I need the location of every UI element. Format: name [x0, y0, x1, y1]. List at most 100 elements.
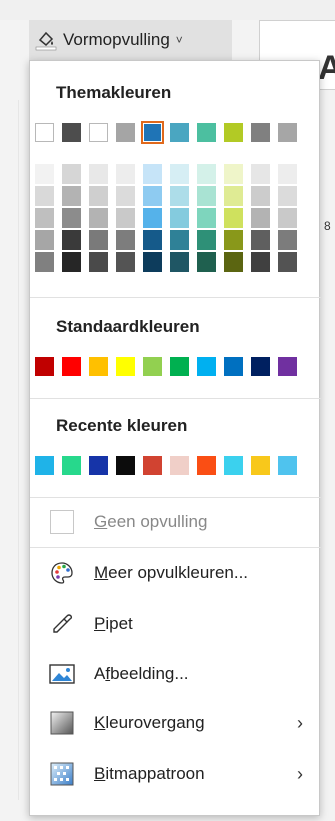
- shade-swatch[interactable]: [143, 164, 162, 184]
- standard-color-swatch[interactable]: [170, 357, 189, 376]
- recent-color-swatch[interactable]: [224, 456, 243, 475]
- shade-swatch[interactable]: [116, 164, 135, 184]
- picture-label: Afbeelding...: [94, 664, 189, 683]
- no-fill-label: Geen opvulling: [94, 512, 208, 531]
- eyedropper-option[interactable]: Pipet: [30, 604, 321, 644]
- recent-color-swatch[interactable]: [62, 456, 81, 475]
- standard-color-swatch[interactable]: [35, 357, 54, 376]
- recent-color-swatch[interactable]: [143, 456, 162, 475]
- shade-swatch[interactable]: [197, 186, 216, 206]
- recent-color-swatch[interactable]: [197, 456, 216, 475]
- shade-swatch[interactable]: [224, 164, 243, 184]
- shade-swatch[interactable]: [143, 208, 162, 228]
- shade-swatch[interactable]: [89, 186, 108, 206]
- recent-color-swatch[interactable]: [170, 456, 189, 475]
- theme-color-swatch[interactable]: [251, 123, 270, 142]
- gradient-option[interactable]: Kleurovergang ›: [30, 703, 321, 743]
- shade-swatch[interactable]: [116, 252, 135, 272]
- more-fill-colors-option[interactable]: Meer opvulkleuren...: [30, 553, 321, 593]
- recent-color-swatch[interactable]: [116, 456, 135, 475]
- standard-color-swatch[interactable]: [197, 357, 216, 376]
- shade-swatch[interactable]: [170, 230, 189, 250]
- shade-swatch[interactable]: [251, 164, 270, 184]
- shade-swatch[interactable]: [251, 252, 270, 272]
- shade-swatch[interactable]: [224, 186, 243, 206]
- shade-swatch[interactable]: [89, 208, 108, 228]
- divider: [30, 497, 321, 498]
- shade-swatch[interactable]: [62, 252, 81, 272]
- shade-column: [278, 164, 297, 274]
- shade-swatch[interactable]: [143, 186, 162, 206]
- gradient-icon: [49, 710, 75, 736]
- shape-fill-button[interactable]: Vormopvulling ˅: [29, 20, 232, 60]
- theme-color-swatch[interactable]: [116, 123, 135, 142]
- shade-column: [116, 164, 135, 274]
- shade-swatch[interactable]: [278, 208, 297, 228]
- theme-color-swatch[interactable]: [197, 123, 216, 142]
- standard-color-swatch[interactable]: [251, 357, 270, 376]
- standard-color-swatch[interactable]: [278, 357, 297, 376]
- shade-swatch[interactable]: [116, 208, 135, 228]
- chevron-down-icon: ˅: [175, 33, 183, 47]
- standard-color-swatch[interactable]: [89, 357, 108, 376]
- picture-option[interactable]: Afbeelding...: [30, 654, 321, 694]
- theme-color-swatch[interactable]: [35, 123, 54, 142]
- shade-swatch[interactable]: [35, 186, 54, 206]
- shade-swatch[interactable]: [89, 164, 108, 184]
- shade-swatch[interactable]: [224, 208, 243, 228]
- theme-color-swatch[interactable]: [278, 123, 297, 142]
- shade-swatch[interactable]: [170, 186, 189, 206]
- shade-swatch[interactable]: [62, 186, 81, 206]
- shade-swatch[interactable]: [197, 164, 216, 184]
- shade-swatch[interactable]: [62, 208, 81, 228]
- shade-swatch[interactable]: [197, 208, 216, 228]
- shade-swatch[interactable]: [35, 252, 54, 272]
- shade-swatch[interactable]: [116, 186, 135, 206]
- shade-swatch[interactable]: [116, 230, 135, 250]
- shade-swatch[interactable]: [143, 230, 162, 250]
- shade-swatch[interactable]: [89, 252, 108, 272]
- theme-color-swatch[interactable]: [62, 123, 81, 142]
- shade-swatch[interactable]: [143, 252, 162, 272]
- shade-swatch[interactable]: [35, 164, 54, 184]
- shade-swatch[interactable]: [35, 208, 54, 228]
- shade-swatch[interactable]: [170, 252, 189, 272]
- shade-swatch[interactable]: [197, 252, 216, 272]
- recent-color-swatch[interactable]: [278, 456, 297, 475]
- shade-swatch[interactable]: [224, 252, 243, 272]
- recent-color-swatch[interactable]: [251, 456, 270, 475]
- shade-swatch[interactable]: [251, 186, 270, 206]
- shade-swatch[interactable]: [251, 230, 270, 250]
- recent-color-swatch[interactable]: [35, 456, 54, 475]
- shade-swatch[interactable]: [62, 164, 81, 184]
- theme-color-swatch[interactable]: [170, 123, 189, 142]
- standard-colors-row: [35, 357, 305, 376]
- texture-option[interactable]: Bitmappatroon ›: [30, 754, 321, 794]
- shade-swatch[interactable]: [278, 164, 297, 184]
- standard-color-swatch[interactable]: [116, 357, 135, 376]
- shade-swatch[interactable]: [224, 230, 243, 250]
- shade-swatch[interactable]: [278, 252, 297, 272]
- shade-swatch[interactable]: [278, 186, 297, 206]
- shade-swatch[interactable]: [35, 230, 54, 250]
- shade-swatch[interactable]: [170, 164, 189, 184]
- ribbon-background: [0, 0, 335, 20]
- shade-swatch[interactable]: [278, 230, 297, 250]
- standard-color-swatch[interactable]: [143, 357, 162, 376]
- theme-color-swatch[interactable]: [89, 123, 108, 142]
- theme-color-swatch[interactable]: [224, 123, 243, 142]
- shade-swatch[interactable]: [251, 208, 270, 228]
- standard-color-swatch[interactable]: [224, 357, 243, 376]
- standard-color-swatch[interactable]: [62, 357, 81, 376]
- shade-swatch[interactable]: [89, 230, 108, 250]
- shape-fill-label: Vormopvulling: [63, 30, 170, 49]
- shade-swatch[interactable]: [62, 230, 81, 250]
- shade-swatch[interactable]: [170, 208, 189, 228]
- no-fill-option[interactable]: Geen opvulling: [30, 502, 321, 542]
- picture-icon: [49, 661, 75, 687]
- shade-swatch[interactable]: [197, 230, 216, 250]
- recent-color-swatch[interactable]: [89, 456, 108, 475]
- theme-color-swatch[interactable]: [141, 121, 164, 144]
- fill-dropdown-panel: Themakleuren Standaardkleuren Recente kl…: [29, 60, 321, 816]
- eyedropper-label: Pipet: [94, 614, 133, 633]
